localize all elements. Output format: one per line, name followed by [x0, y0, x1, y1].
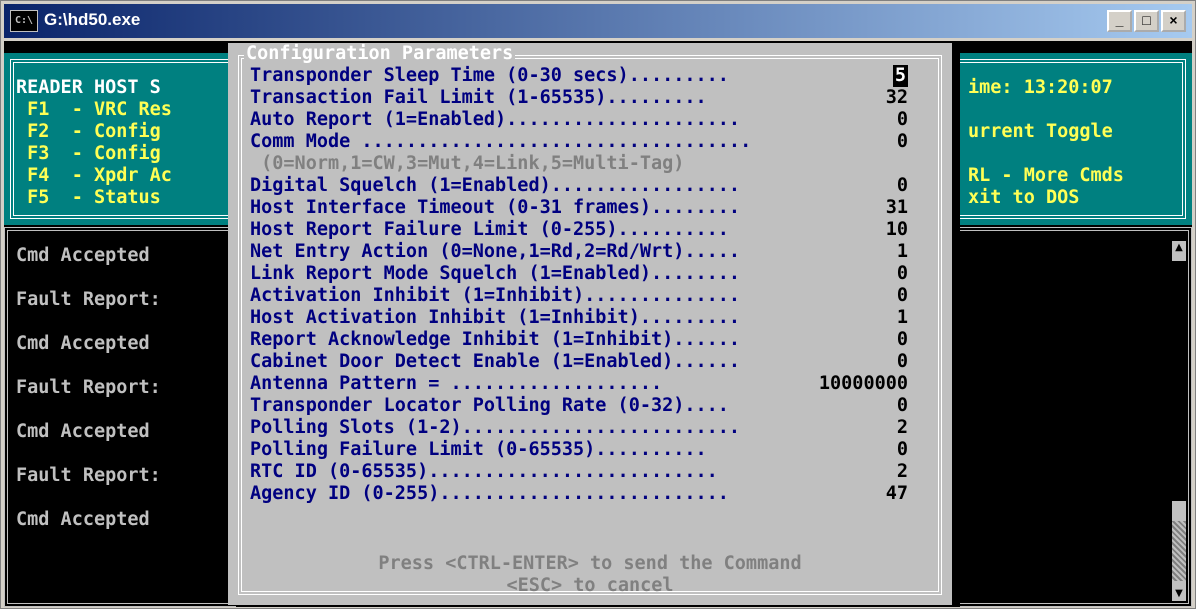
- console-app-icon[interactable]: C:\: [10, 10, 38, 32]
- param-label: Host Report Failure Limit (0-255).......…: [250, 219, 729, 240]
- param-value-field[interactable]: 0: [897, 285, 908, 307]
- param-row[interactable]: Transponder Locator Polling Rate (0-32).…: [250, 395, 930, 417]
- param-value-field[interactable]: 0: [897, 109, 908, 131]
- log-scrollbar[interactable]: ▲ ▼: [1172, 241, 1186, 601]
- param-label: Auto Report (1=Enabled).................…: [250, 109, 741, 130]
- param-row[interactable]: Transaction Fail Limit (1-65535)........…: [250, 87, 930, 109]
- param-value-field[interactable]: 0: [897, 329, 908, 351]
- param-label: Polling Failure Limit (0-65535).........…: [250, 439, 707, 460]
- param-label: Comm Mode ..............................…: [250, 131, 752, 152]
- param-label: (0=Norm,1=CW,3=Mut,4=Link,5=Multi-Tag): [250, 153, 685, 174]
- log-line: Cmd Accepted: [16, 509, 150, 530]
- clock-display: ime: 13:20:07: [968, 77, 1113, 98]
- param-label: RTC ID (0-65535)........................…: [250, 461, 718, 482]
- param-row[interactable]: Transponder Sleep Time (0-30 secs)......…: [250, 65, 930, 87]
- console-window: C:\ G:\hd50.exe _ □ × READER HOST S F1 -…: [0, 0, 1196, 609]
- scroll-thumb[interactable]: [1172, 261, 1186, 501]
- param-value-field[interactable]: 2: [897, 461, 908, 483]
- param-value-field[interactable]: 0: [897, 351, 908, 373]
- dialog-title: Configuration Parameters: [244, 43, 516, 65]
- param-label: Antenna Pattern = ...................: [250, 373, 663, 394]
- param-value-field[interactable]: 0: [897, 131, 908, 153]
- close-button[interactable]: ×: [1161, 10, 1186, 32]
- param-label: Host Activation Inhibit (1=Inhibit).....…: [250, 307, 741, 328]
- param-row[interactable]: Activation Inhibit (1=Inhibit)..........…: [250, 285, 930, 307]
- param-value-field[interactable]: 1: [897, 241, 908, 263]
- function-key-item[interactable]: F4 - Xpdr Ac: [16, 165, 172, 187]
- log-line: Fault Report:: [16, 289, 161, 310]
- log-line: Cmd Accepted: [16, 421, 150, 442]
- param-row[interactable]: Report Acknowledge Inhibit (1=Inhibit)..…: [250, 329, 930, 351]
- param-value-field[interactable]: 32: [886, 87, 908, 109]
- param-value-field[interactable]: 0: [897, 439, 908, 461]
- window-controls: _ □ ×: [1107, 10, 1186, 32]
- function-key-item[interactable]: F2 - Config: [16, 121, 172, 143]
- param-label: Agency ID (0-255).......................…: [250, 483, 729, 504]
- header-command-item: [968, 99, 1124, 121]
- param-label: Activation Inhibit (1=Inhibit)..........…: [250, 285, 741, 306]
- param-value-field[interactable]: 47: [886, 483, 908, 505]
- header-command-item: RL - More Cmds: [968, 165, 1124, 186]
- title-bar[interactable]: C:\ G:\hd50.exe _ □ ×: [4, 4, 1192, 38]
- param-label: Net Entry Action (0=None,1=Rd,2=Rd/Wrt).…: [250, 241, 741, 262]
- cancel-hint: <ESC> to cancel: [506, 575, 674, 596]
- param-row[interactable]: Digital Squelch (1=Enabled).............…: [250, 175, 930, 197]
- param-row[interactable]: Host Activation Inhibit (1=Inhibit).....…: [250, 307, 930, 329]
- scroll-up-icon[interactable]: ▲: [1172, 241, 1186, 255]
- console-area[interactable]: READER HOST S F1 - VRC Res F2 - Config F…: [4, 41, 1192, 607]
- scroll-track[interactable]: [1172, 521, 1186, 581]
- header-command-item: xit to DOS: [968, 187, 1080, 208]
- param-value-field[interactable]: 0: [897, 175, 908, 197]
- maximize-button[interactable]: □: [1134, 10, 1159, 32]
- minimize-button[interactable]: _: [1107, 10, 1132, 32]
- param-row[interactable]: Antenna Pattern = ................... 100…: [250, 373, 930, 395]
- param-label: Transponder Locator Polling Rate (0-32).…: [250, 395, 729, 416]
- header-right-menu: ime: 13:20:07 urrent Toggle RL - More Cmds…: [968, 77, 1124, 209]
- param-value-field[interactable]: 5: [892, 65, 908, 87]
- param-value-field[interactable]: 10: [886, 219, 908, 241]
- param-row[interactable]: Polling Slots (1-2).....................…: [250, 417, 930, 439]
- param-row[interactable]: Comm Mode ..............................…: [250, 131, 930, 153]
- function-key-item[interactable]: F5 - Status: [16, 187, 172, 209]
- param-label: Report Acknowledge Inhibit (1=Inhibit)..…: [250, 329, 741, 350]
- log-line: Cmd Accepted: [16, 333, 150, 354]
- scroll-down-icon[interactable]: ▼: [1172, 587, 1186, 601]
- reader-host-title: READER HOST S: [16, 77, 161, 98]
- function-key-item[interactable]: F3 - Config: [16, 143, 172, 165]
- header-command-item: [968, 143, 1124, 165]
- header-command-item: urrent Toggle: [968, 121, 1113, 142]
- param-label: Cabinet Door Detect Enable (1=Enabled)..…: [250, 351, 741, 372]
- window-title: G:\hd50.exe: [44, 10, 141, 29]
- param-label: Link Report Mode Squelch (1=Enabled)....…: [250, 263, 741, 284]
- param-value-field[interactable]: 2: [897, 417, 908, 439]
- param-row[interactable]: Polling Failure Limit (0-65535).........…: [250, 439, 930, 461]
- param-value-field[interactable]: 10000000: [819, 373, 908, 395]
- header-left-menu: READER HOST S F1 - VRC Res F2 - Config F…: [16, 77, 172, 209]
- param-label: Host Interface Timeout (0-31 frames)....…: [250, 197, 741, 218]
- param-row[interactable]: Auto Report (1=Enabled).................…: [250, 109, 930, 131]
- log-line: Fault Report:: [16, 377, 161, 398]
- param-row[interactable]: Cabinet Door Detect Enable (1=Enabled)..…: [250, 351, 930, 373]
- comm-mode-hint: (0=Norm,1=CW,3=Mut,4=Link,5=Multi-Tag): [250, 153, 930, 175]
- param-label: Digital Squelch (1=Enabled).............…: [250, 175, 741, 196]
- param-row[interactable]: Agency ID (0-255).......................…: [250, 483, 930, 505]
- param-value-field[interactable]: 0: [897, 395, 908, 417]
- send-hint: Press <CTRL-ENTER> to send the Command: [378, 553, 802, 574]
- param-value-field[interactable]: 1: [897, 307, 908, 329]
- param-value-field[interactable]: 31: [886, 197, 908, 219]
- param-value-field[interactable]: 0: [897, 263, 908, 285]
- log-line: Fault Report:: [16, 465, 161, 486]
- param-row[interactable]: Net Entry Action (0=None,1=Rd,2=Rd/Wrt).…: [250, 241, 930, 263]
- function-key-item[interactable]: F1 - VRC Res: [16, 99, 172, 121]
- param-row[interactable]: Host Report Failure Limit (0-255).......…: [250, 219, 930, 241]
- param-row[interactable]: Link Report Mode Squelch (1=Enabled)....…: [250, 263, 930, 285]
- param-label: Transaction Fail Limit (1-65535)........…: [250, 87, 707, 108]
- param-row[interactable]: Host Interface Timeout (0-31 frames)....…: [250, 197, 930, 219]
- param-label: Transponder Sleep Time (0-30 secs)......…: [250, 65, 729, 86]
- param-row[interactable]: RTC ID (0-65535)........................…: [250, 461, 930, 483]
- log-line: Cmd Accepted: [16, 245, 150, 266]
- config-dialog: Configuration Parameters Transponder Sle…: [228, 43, 952, 605]
- param-label: Polling Slots (1-2).....................…: [250, 417, 741, 438]
